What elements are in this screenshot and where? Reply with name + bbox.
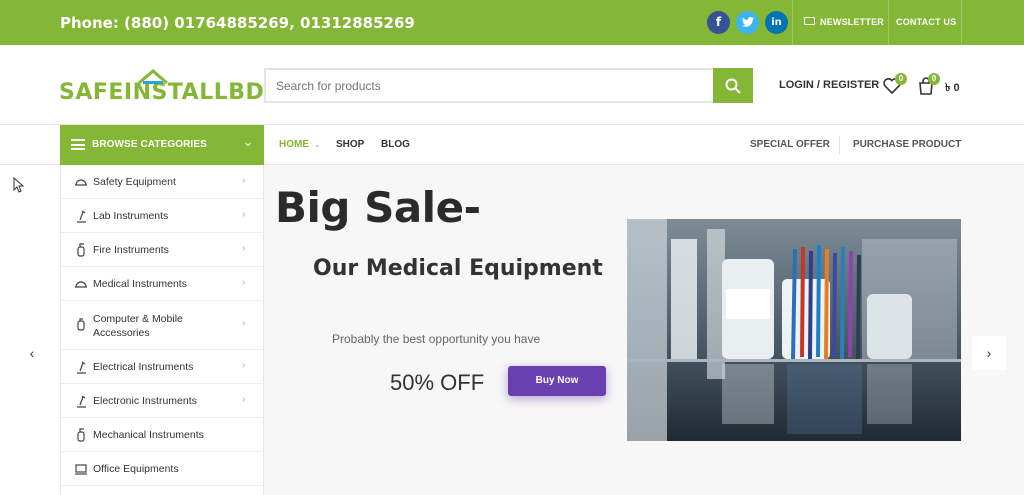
cart-count-badge: 0	[928, 73, 940, 85]
nav-special-offer[interactable]: SPECIAL OFFER	[750, 139, 830, 150]
search-box	[264, 68, 714, 103]
chevron-right-icon: ›	[242, 360, 246, 371]
category-item[interactable]: Mechanical Instruments	[61, 418, 264, 452]
category-label: Fire Instruments	[93, 244, 169, 256]
contact-us-link[interactable]: CONTACT US	[896, 17, 956, 27]
slider-next-button[interactable]: ›	[972, 336, 1006, 370]
divider	[888, 0, 889, 45]
category-item[interactable]: Electronic Instruments ›	[61, 384, 264, 418]
category-label: Safety Equipment	[93, 176, 176, 188]
chevron-down-icon: ⌄	[243, 135, 254, 149]
chevron-right-icon: ›	[242, 243, 246, 254]
category-item[interactable]: Medical Instruments ›	[61, 267, 264, 301]
safety-helmet-icon	[75, 179, 87, 186]
chevron-right-icon: ›	[242, 394, 246, 405]
slide-offer: 50% OFF	[390, 370, 485, 395]
divider	[961, 0, 962, 45]
slider-prev-button[interactable]: ‹	[15, 336, 49, 370]
wishlist-count-badge: 0	[895, 73, 907, 85]
mail-icon	[804, 17, 815, 25]
phone-number: Phone: (880) 01764885269, 01312885269	[60, 14, 415, 32]
nav-shop[interactable]: SHOP	[336, 139, 364, 150]
slide-headline: Big Sale-	[275, 183, 481, 232]
category-label: Electrical Instruments	[93, 361, 194, 373]
newsletter-link[interactable]: NEWSLETTER	[820, 17, 884, 27]
electrical-icon	[77, 361, 86, 374]
linkedin-icon[interactable]: in	[765, 11, 788, 34]
category-label: Office Equipments	[93, 463, 179, 475]
electronic-icon	[77, 395, 86, 408]
category-item[interactable]: Lab Instruments ›	[61, 199, 264, 233]
laptop-icon	[75, 464, 87, 475]
slide-subheadline: Our Medical Equipment	[313, 256, 603, 281]
category-label: Electronic Instruments	[93, 395, 197, 407]
buy-now-button[interactable]: Buy Now	[508, 366, 606, 396]
browse-categories-label: BROWSE CATEGORIES	[92, 139, 207, 150]
browse-categories-button[interactable]: BROWSE CATEGORIES ⌄	[60, 125, 264, 165]
category-item[interactable]: Fire Instruments ›	[61, 233, 264, 267]
chevron-right-icon: ›	[242, 175, 246, 186]
category-label: Mechanical Instruments	[93, 429, 204, 441]
medical-helmet-icon	[75, 281, 87, 288]
category-item[interactable]: Electrical Instruments ›	[61, 350, 264, 384]
category-item[interactable]: Office Equipments	[61, 452, 264, 486]
mouse-cursor-icon	[13, 177, 25, 193]
login-register-link[interactable]: LOGIN / REGISTER	[779, 79, 879, 91]
divider	[792, 0, 793, 45]
chevron-right-icon: ›	[242, 209, 246, 220]
hamburger-icon	[71, 139, 85, 150]
microscope-icon	[77, 210, 86, 223]
search-icon	[725, 78, 741, 94]
category-label: Medical Instruments	[93, 278, 187, 290]
category-label: Lab Instruments	[93, 210, 169, 222]
nav-purchase-product[interactable]: PURCHASE PRODUCT	[853, 139, 961, 150]
slide-description: Probably the best opportunity you have	[332, 332, 541, 346]
chevron-right-icon: ›	[986, 345, 992, 361]
mobile-accessories-icon	[77, 318, 85, 331]
cart-total[interactable]: ৳ 0	[945, 79, 960, 98]
chevron-right-icon: ›	[242, 277, 246, 288]
category-menu: Safety Equipment › Lab Instruments › Fir…	[60, 165, 264, 495]
main-nav: BROWSE CATEGORIES ⌄ HOME ⌄ SHOP BLOG SPE…	[0, 125, 1024, 165]
chevron-left-icon: ‹	[29, 345, 35, 361]
fire-extinguisher-icon	[77, 243, 85, 257]
category-label: Computer & Mobile Accessories	[93, 313, 183, 339]
logo-house-icon	[138, 69, 168, 85]
divider	[839, 136, 840, 154]
search-button[interactable]	[713, 68, 753, 103]
chevron-down-icon: ⌄	[314, 140, 321, 149]
nav-home[interactable]: HOME	[279, 139, 309, 150]
twitter-icon[interactable]	[736, 11, 759, 34]
nav-blog[interactable]: BLOG	[381, 139, 410, 150]
slide-product-image	[627, 219, 961, 441]
mechanical-icon	[77, 428, 85, 442]
chevron-right-icon: ›	[242, 318, 246, 329]
facebook-icon[interactable]: f	[707, 11, 730, 34]
search-input[interactable]	[266, 70, 714, 101]
header: SAFEINSTALLBD LOGIN / REGISTER 0 0 ৳ 0	[0, 45, 1024, 125]
category-item[interactable]: Safety Equipment ›	[61, 165, 264, 199]
category-item[interactable]: Computer & Mobile Accessories ›	[61, 301, 264, 350]
top-bar: Phone: (880) 01764885269, 01312885269 f …	[0, 0, 1024, 45]
